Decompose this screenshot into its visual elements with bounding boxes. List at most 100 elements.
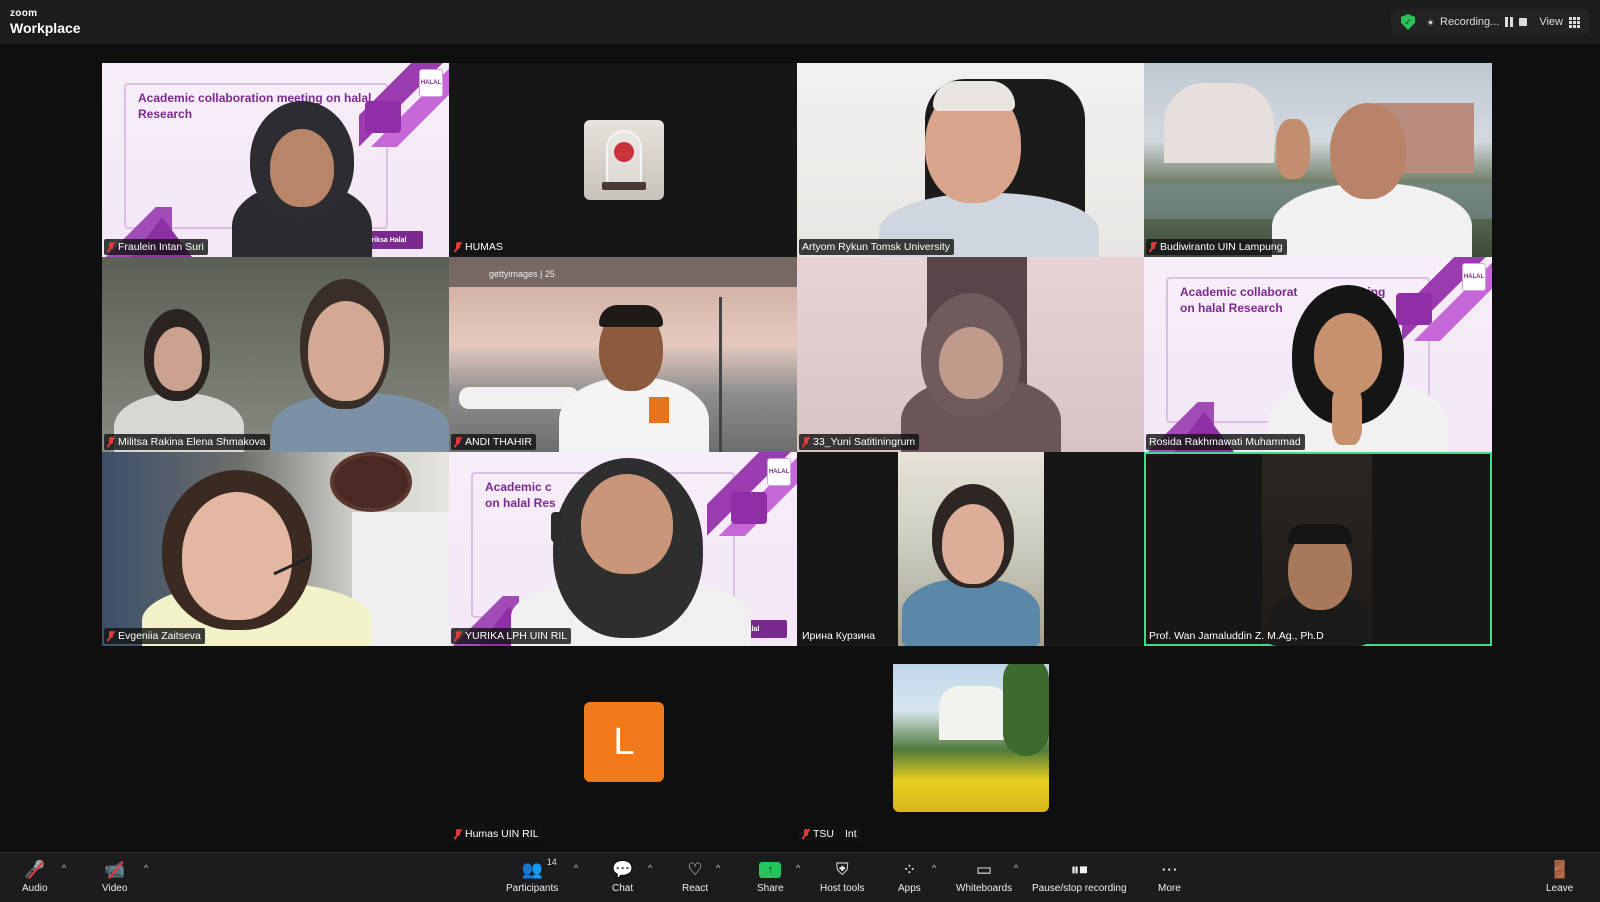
- participant-avatar: L: [584, 702, 664, 782]
- participant-nametag: Rosida Rakhmawati Muhammad: [1146, 434, 1305, 450]
- participant-video: [1262, 454, 1372, 646]
- airplane: [459, 387, 579, 409]
- apps-button[interactable]: ⁘ Apps: [898, 859, 921, 894]
- video-gallery: Academic collaboration meeting on halal …: [0, 44, 1600, 852]
- whiteboards-button[interactable]: ▭ Whiteboards: [956, 859, 1012, 894]
- more-button[interactable]: ⋯ More: [1158, 859, 1181, 894]
- participant-nametag: Budiwiranto UIN Lampung: [1146, 239, 1287, 255]
- participants-icon: 👥 14: [521, 857, 557, 879]
- share-screen-icon: ↑: [759, 862, 782, 878]
- grid-view-icon: [1569, 16, 1580, 28]
- brand-main: Workplace: [10, 20, 81, 36]
- recording-dot-icon: [1427, 18, 1435, 26]
- video-tile[interactable]: Ирина Курзина: [797, 452, 1144, 646]
- video-tile[interactable]: Academic collaborat ing on halal Research …: [1144, 257, 1492, 452]
- muted-mic-icon: [454, 631, 462, 641]
- muted-mic-icon: [802, 829, 810, 839]
- watermark: gettyimages | 25: [489, 269, 555, 279]
- pause-recording-icon[interactable]: [1505, 17, 1514, 27]
- video-tile[interactable]: Evgeniia Zaitseva: [102, 452, 449, 646]
- shield-icon: ⛨: [835, 860, 849, 879]
- audio-button[interactable]: 🎤 Audio: [22, 859, 48, 894]
- pause-stop-recording-button[interactable]: ⏸⏹ Pause/stop recording: [1032, 859, 1127, 894]
- participants-button[interactable]: 👥 14 Participants: [506, 857, 558, 894]
- encryption-shield-icon[interactable]: ✓: [1401, 14, 1416, 30]
- video-tile[interactable]: Academic cetingon halal Res HALAL Halal …: [449, 452, 797, 646]
- muted-mic-icon: [107, 242, 115, 252]
- more-icon: ⋯: [1160, 860, 1178, 879]
- host-tools-button[interactable]: ⛨ Host tools: [820, 859, 864, 894]
- zoom-workplace-logo: zoom Workplace: [10, 8, 81, 36]
- halal-logo-icon: HALAL: [1462, 263, 1486, 291]
- video-tile[interactable]: Academic collaboration meeting on halal …: [102, 63, 449, 257]
- react-chevron-up-icon[interactable]: ^: [716, 863, 720, 873]
- recording-label: Recording...: [1440, 16, 1500, 28]
- stop-recording-icon[interactable]: [1519, 18, 1528, 26]
- panda-plate: [330, 452, 412, 512]
- video-options-chevron-up-icon[interactable]: ^: [144, 863, 148, 873]
- video-tile[interactable]: 33_Yuni Satitiningrum: [797, 257, 1144, 452]
- muted-mic-icon: [454, 829, 462, 839]
- halal-logo-icon: HALAL: [419, 69, 443, 97]
- participant-nametag: TSU Int: [799, 826, 861, 842]
- chat-icon: 💬: [612, 860, 634, 879]
- slide-title: Academic collaboration meeting on halal …: [138, 91, 372, 121]
- video-tile[interactable]: Militsa Rakina Elena Shmakova: [102, 257, 449, 452]
- mosque-building: [1164, 83, 1274, 163]
- audio-options-chevron-up-icon[interactable]: ^: [62, 863, 66, 873]
- waving-hand: [1276, 119, 1310, 179]
- apps-chevron-up-icon[interactable]: ^: [932, 863, 936, 873]
- active-speaker-tile[interactable]: Prof. Wan Jamaluddin Z. M.Ag., Ph.D: [1144, 452, 1492, 646]
- leave-icon: 🚪: [1549, 860, 1571, 879]
- view-button[interactable]: View: [1539, 16, 1580, 28]
- video-tile[interactable]: Artyom Rykun Tomsk University: [797, 63, 1144, 257]
- react-button[interactable]: ♡ React: [682, 859, 708, 894]
- chat-chevron-up-icon[interactable]: ^: [648, 863, 652, 873]
- participants-chevron-up-icon[interactable]: ^: [574, 863, 578, 873]
- participant-video: [898, 452, 1044, 646]
- apps-icon: ⁘: [902, 860, 917, 879]
- participant-nametag: Militsa Rakina Elena Shmakova: [104, 434, 270, 450]
- muted-mic-icon: [454, 242, 462, 252]
- video-tile[interactable]: HUMAS: [449, 63, 797, 257]
- participant-nametag: HUMAS: [451, 239, 507, 255]
- participant-nametag: ANDI THAHIR: [451, 434, 536, 450]
- participant-nametag: 33_Yuni Satitiningrum: [799, 434, 920, 450]
- microphone-muted-icon: 🎤: [24, 859, 45, 881]
- video-tile[interactable]: TSU Int: [797, 664, 1144, 844]
- video-tile[interactable]: gettyimages | 25 ANDI THAHIR: [449, 257, 797, 452]
- participant-nametag: Evgeniia Zaitseva: [104, 628, 205, 644]
- view-label: View: [1539, 16, 1563, 28]
- whiteboards-chevron-up-icon[interactable]: ^: [1014, 863, 1018, 873]
- participants-count: 14: [546, 857, 557, 867]
- share-chevron-up-icon[interactable]: ^: [796, 863, 800, 873]
- participant-nametag: Artyom Rykun Tomsk University: [799, 239, 955, 255]
- video-button[interactable]: 📹 Video: [102, 859, 127, 894]
- leave-button[interactable]: 🚪 Leave: [1546, 859, 1573, 894]
- university-building: [939, 686, 1009, 740]
- whiteboard-icon: ▭: [976, 860, 993, 879]
- top-bar: zoom Workplace ✓ Recording... View: [0, 0, 1600, 44]
- muted-mic-icon: [802, 437, 810, 447]
- headset: [551, 512, 563, 542]
- brand-small: zoom: [10, 8, 38, 19]
- muted-mic-icon: [1149, 242, 1157, 252]
- participant-nametag: Ирина Курзина: [802, 630, 876, 642]
- video-tile[interactable]: L Humas UIN RIL: [449, 664, 797, 844]
- muted-mic-icon: [107, 437, 115, 447]
- rose-icon: [614, 142, 634, 162]
- participant-nametag: YURIKA LPH UIN RIL: [451, 628, 572, 644]
- chat-button[interactable]: 💬 Chat: [612, 859, 633, 894]
- participant-nametag: Prof. Wan Jamaluddin Z. M.Ag., Ph.D: [1149, 630, 1324, 642]
- muted-mic-icon: [454, 437, 462, 447]
- halal-logo-icon: HALAL: [767, 458, 791, 486]
- video-tile[interactable]: Budiwiranto UIN Lampung: [1144, 63, 1492, 257]
- share-button[interactable]: ↑ Share: [757, 859, 784, 894]
- pause-stop-icon: ⏸⏹: [1070, 860, 1088, 879]
- camera-off-icon: 📹: [104, 859, 125, 881]
- recording-indicator[interactable]: Recording...: [1427, 16, 1528, 28]
- profile-picture: [893, 664, 1049, 812]
- profile-picture: [584, 120, 664, 200]
- participant-nametag: Humas UIN RIL: [451, 826, 543, 842]
- top-right-controls: ✓ Recording... View: [1391, 9, 1590, 35]
